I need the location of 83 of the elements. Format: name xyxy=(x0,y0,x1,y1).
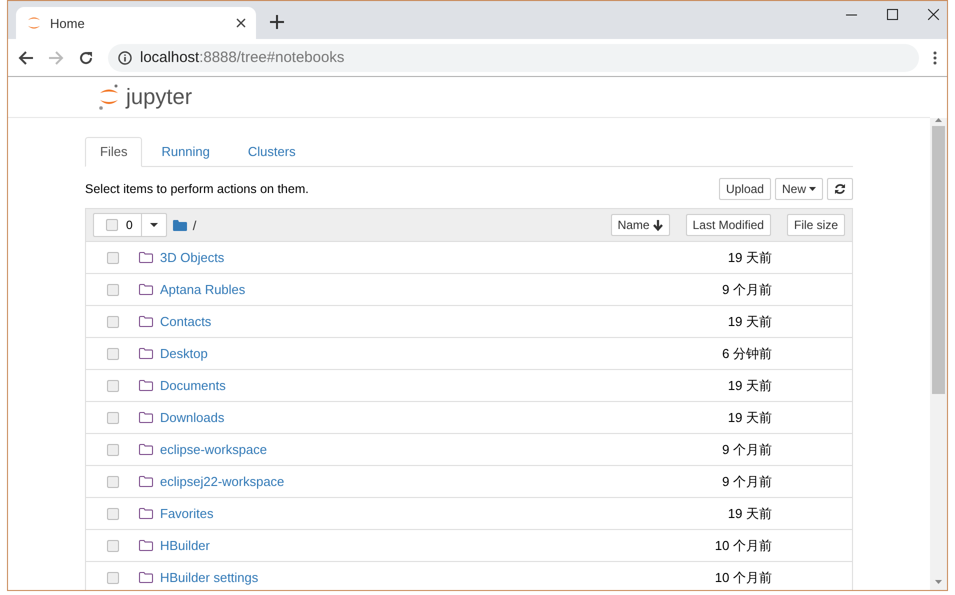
menu-icon[interactable] xyxy=(933,50,937,64)
folder-icon xyxy=(139,444,153,455)
checkbox[interactable] xyxy=(107,540,119,552)
folder-icon xyxy=(139,508,153,519)
instruction-text: Select items to perform actions on them. xyxy=(85,182,310,196)
folder-icon xyxy=(139,476,153,487)
folder-icon xyxy=(139,252,153,263)
checkbox[interactable] xyxy=(107,476,119,488)
scrollbar-thumb[interactable] xyxy=(932,126,945,394)
refresh-button[interactable] xyxy=(827,178,853,200)
folder-icon xyxy=(139,412,153,423)
folder-link[interactable]: eclipsej22-workspace xyxy=(160,474,284,489)
close-icon[interactable] xyxy=(928,9,939,20)
folder-link[interactable]: 3D Objects xyxy=(160,250,224,265)
folder-link[interactable]: eclipse-workspace xyxy=(160,442,267,457)
modified-time: 9 个月前 xyxy=(721,440,772,458)
upload-button[interactable]: Upload xyxy=(718,178,771,200)
modified-time: 19 天前 xyxy=(726,376,772,394)
down-arrow-icon[interactable] xyxy=(935,580,942,584)
checkbox[interactable] xyxy=(107,316,119,328)
select-dropdown[interactable]: 0 xyxy=(93,213,167,237)
modified-time: 10 个月前 xyxy=(714,568,772,586)
sort-button[interactable]: Name xyxy=(610,214,670,236)
folder-icon xyxy=(139,380,153,391)
sort-button[interactable]: Last Modified xyxy=(686,214,771,236)
tab[interactable]: Clusters xyxy=(228,137,315,167)
folder-icon xyxy=(139,348,153,359)
tab[interactable]: Files xyxy=(85,137,142,167)
reload-icon[interactable] xyxy=(78,50,94,66)
modified-time: 19 天前 xyxy=(726,504,772,522)
checkbox[interactable] xyxy=(107,252,119,264)
sort-button[interactable]: File size xyxy=(786,214,845,236)
checkbox[interactable] xyxy=(107,444,119,456)
folder-icon xyxy=(139,540,153,551)
new-tab-icon[interactable] xyxy=(270,15,284,29)
modified-time: 19 天前 xyxy=(726,248,772,266)
logo-icon xyxy=(98,83,120,111)
maximize-icon[interactable] xyxy=(887,9,898,20)
checkbox[interactable] xyxy=(106,219,118,231)
modified-time: 6 分钟前 xyxy=(721,344,772,362)
close-icon[interactable] xyxy=(236,18,246,28)
selected-count: 0 xyxy=(126,218,133,232)
up-arrow-icon[interactable] xyxy=(935,118,942,122)
checkbox[interactable] xyxy=(107,572,119,584)
caret-icon[interactable] xyxy=(150,223,158,227)
scrollbar[interactable] xyxy=(930,118,947,590)
folder-link[interactable]: HBuilder xyxy=(160,538,210,553)
folder-icon xyxy=(139,284,153,295)
checkbox[interactable] xyxy=(107,412,119,424)
modified-time: 9 个月前 xyxy=(721,280,772,298)
down-arrow-icon xyxy=(652,220,663,230)
logo-icon xyxy=(26,15,42,31)
folder-link[interactable]: Favorites xyxy=(160,506,214,521)
breadcrumb-path[interactable]: / xyxy=(192,218,196,232)
folder-link[interactable]: Desktop xyxy=(160,346,208,361)
url-host: localhost xyxy=(140,49,200,66)
checkbox[interactable] xyxy=(107,284,119,296)
folder-link[interactable]: Contacts xyxy=(160,314,212,329)
folder-link[interactable]: Downloads xyxy=(160,410,224,425)
folder-icon xyxy=(139,572,153,583)
back-icon[interactable] xyxy=(18,50,34,66)
checkbox[interactable] xyxy=(107,380,119,392)
modified-time: 19 天前 xyxy=(726,312,772,330)
url-path: :8888/tree#notebooks xyxy=(199,49,344,66)
folder-link[interactable]: Aptana Rubles xyxy=(160,282,246,297)
modified-time: 10 个月前 xyxy=(714,536,772,554)
refresh-icon xyxy=(834,183,846,195)
logo-text: jupyter xyxy=(126,84,192,110)
folder-link[interactable]: Documents xyxy=(160,378,226,393)
folder-icon[interactable] xyxy=(172,220,187,230)
info-icon[interactable] xyxy=(118,50,132,64)
new-button[interactable]: New xyxy=(774,178,823,200)
browser-tab[interactable]: Home xyxy=(16,7,256,39)
folder-icon xyxy=(139,316,153,327)
modified-time: 19 天前 xyxy=(726,408,772,426)
address-bar[interactable]: localhost:8888/tree#notebooks xyxy=(108,44,919,72)
forward-icon[interactable] xyxy=(48,50,64,66)
tab[interactable]: Running xyxy=(142,137,229,167)
checkbox[interactable] xyxy=(107,348,119,360)
folder-link[interactable]: HBuilder settings xyxy=(160,570,258,585)
modified-time: 9 个月前 xyxy=(721,472,772,490)
checkbox[interactable] xyxy=(107,508,119,520)
caret-icon xyxy=(809,187,816,191)
